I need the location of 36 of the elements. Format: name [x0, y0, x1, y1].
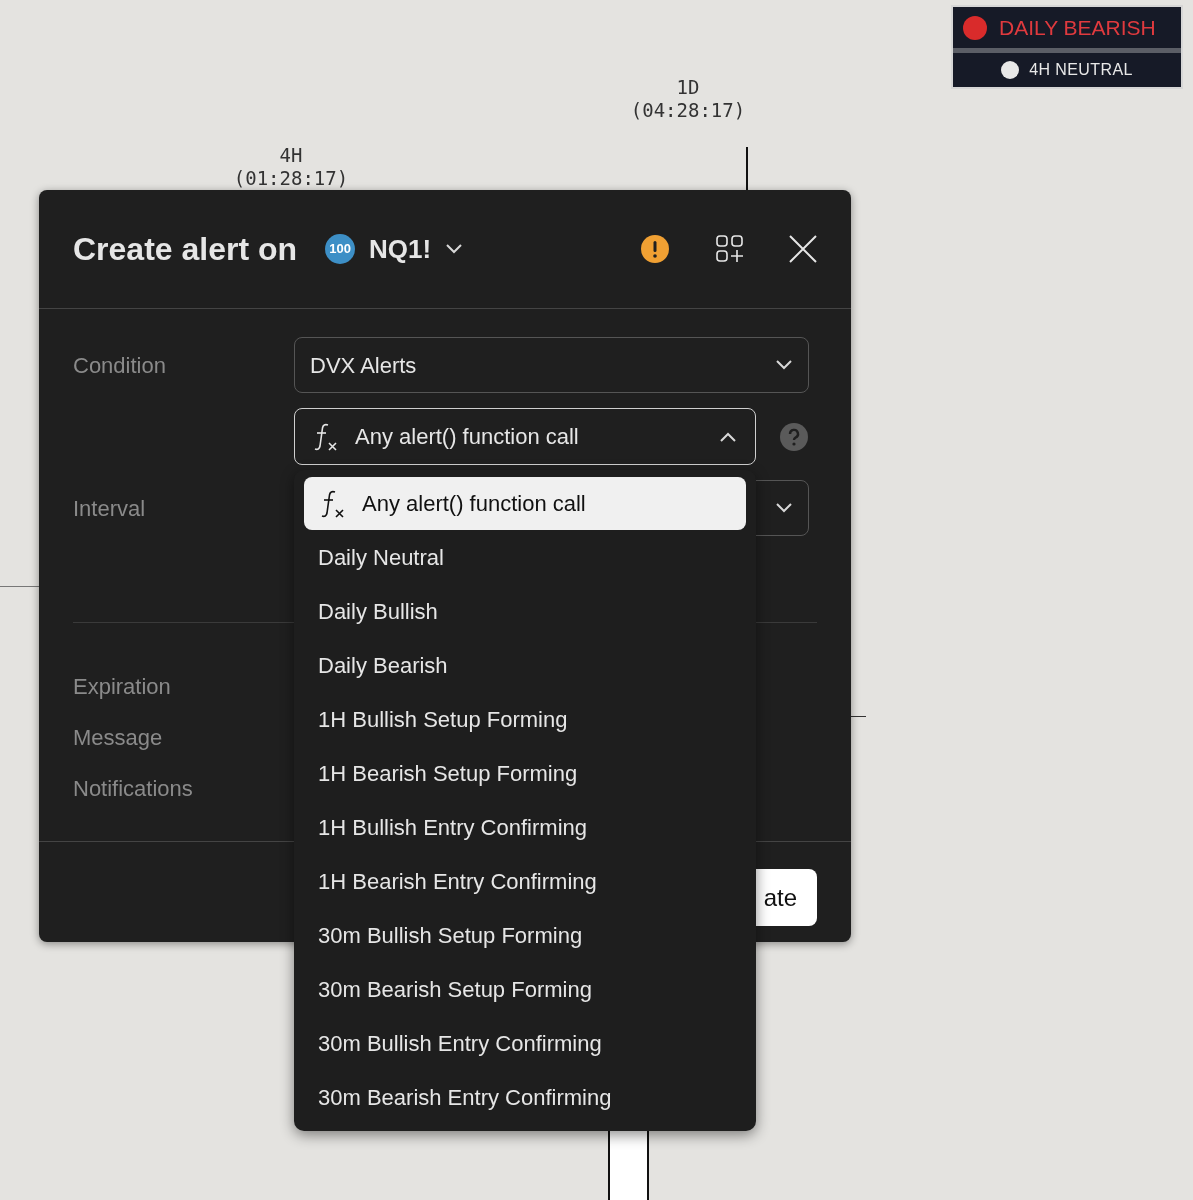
condition-select[interactable]: DVX Alerts — [294, 337, 809, 393]
close-icon[interactable] — [789, 235, 817, 263]
chevron-down-icon — [445, 244, 464, 254]
dropdown-option[interactable]: 30m Bullish Entry Confirming — [304, 1017, 746, 1070]
chevron-up-icon — [719, 431, 737, 442]
dropdown-option[interactable]: 1H Bullish Setup Forming — [304, 693, 746, 746]
dropdown-option[interactable]: 1H Bullish Entry Confirming — [304, 801, 746, 854]
field-label: Expiration — [73, 673, 171, 701]
field-label: Condition — [73, 351, 167, 380]
chart-label: 1D (04:28:17) — [629, 76, 747, 122]
chart-label: 4H (01:28:17) — [232, 144, 350, 190]
field-label: Notifications — [73, 775, 193, 803]
dialog-title: Create alert on — [73, 230, 298, 269]
chevron-down-icon — [775, 360, 793, 370]
help-icon[interactable] — [780, 422, 808, 451]
dropdown-option[interactable]: 30m Bearish Entry Confirming — [304, 1071, 746, 1124]
alert-type-select[interactable]: Any alert() function call — [294, 408, 756, 465]
function-icon — [320, 488, 346, 519]
dropdown-option[interactable]: 1H Bearish Entry Confirming — [304, 855, 746, 908]
dropdown-option[interactable]: Daily Bullish — [304, 585, 746, 638]
symbol-badge-icon: 100 — [325, 234, 356, 264]
status-text: DAILY BEARISH — [999, 14, 1156, 41]
dropdown-option[interactable]: Daily Neutral — [304, 531, 746, 584]
field-label: Message — [73, 724, 163, 752]
add-widget-icon[interactable] — [715, 234, 745, 264]
dropdown-option[interactable]: 1H Bearish Setup Forming — [304, 747, 746, 800]
status-text: 4H NEUTRAL — [1029, 60, 1133, 80]
symbol-selector[interactable]: 100 NQ1! — [325, 229, 464, 269]
field-label: Interval — [73, 494, 147, 523]
dropdown-option[interactable]: Any alert() function call — [304, 477, 746, 530]
warning-icon[interactable] — [641, 235, 669, 263]
dropdown-option[interactable]: 30m Bullish Setup Forming — [304, 909, 746, 962]
dropdown-option[interactable]: 30m Bearish Setup Forming — [304, 963, 746, 1016]
chevron-down-icon — [775, 503, 793, 513]
function-icon — [313, 421, 339, 452]
dropdown-option[interactable]: Daily Bearish — [304, 639, 746, 692]
